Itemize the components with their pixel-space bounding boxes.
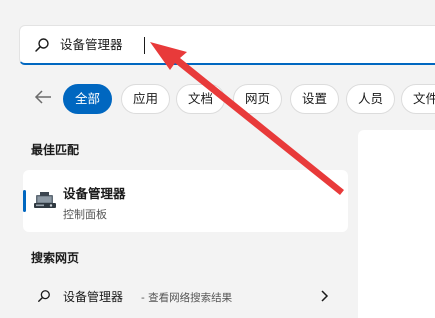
best-match-subtitle: 控制面板 xyxy=(63,208,107,221)
filter-chip-settings[interactable]: 设置 xyxy=(290,84,340,114)
best-match-heading: 最佳匹配 xyxy=(31,143,80,157)
web-search-result[interactable]: 设备管理器 - 查看网络搜索结果 xyxy=(23,280,348,314)
search-icon xyxy=(35,38,49,52)
search-box[interactable] xyxy=(19,25,435,65)
filter-chip-documents[interactable]: 文档 xyxy=(176,84,226,114)
back-arrow-icon[interactable] xyxy=(34,89,52,105)
best-match-result[interactable]: 设备管理器 控制面板 xyxy=(23,170,348,232)
filter-chip-apps[interactable]: 应用 xyxy=(121,84,171,114)
search-icon xyxy=(38,290,50,302)
web-search-suffix: - 查看网络搜索结果 xyxy=(141,292,233,304)
preview-pane xyxy=(358,130,435,318)
search-input[interactable] xyxy=(60,34,360,56)
windows-search-panel: 全部 应用 文档 网页 设置 人员 文件 最佳匹配 设备管理器 控制面板 搜索网… xyxy=(0,0,435,318)
chevron-right-icon[interactable] xyxy=(319,290,329,302)
filter-chip-all[interactable]: 全部 xyxy=(63,84,113,114)
filter-chip-people[interactable]: 人员 xyxy=(346,84,396,114)
web-search-heading: 搜索网页 xyxy=(31,251,80,265)
filter-chip-web[interactable]: 网页 xyxy=(233,84,283,114)
selection-indicator xyxy=(23,190,26,212)
best-match-title: 设备管理器 xyxy=(63,186,126,201)
device-manager-icon xyxy=(34,192,56,208)
text-caret xyxy=(144,37,145,54)
web-search-query: 设备管理器 xyxy=(63,290,124,304)
filter-chip-files[interactable]: 文件 xyxy=(401,84,435,114)
